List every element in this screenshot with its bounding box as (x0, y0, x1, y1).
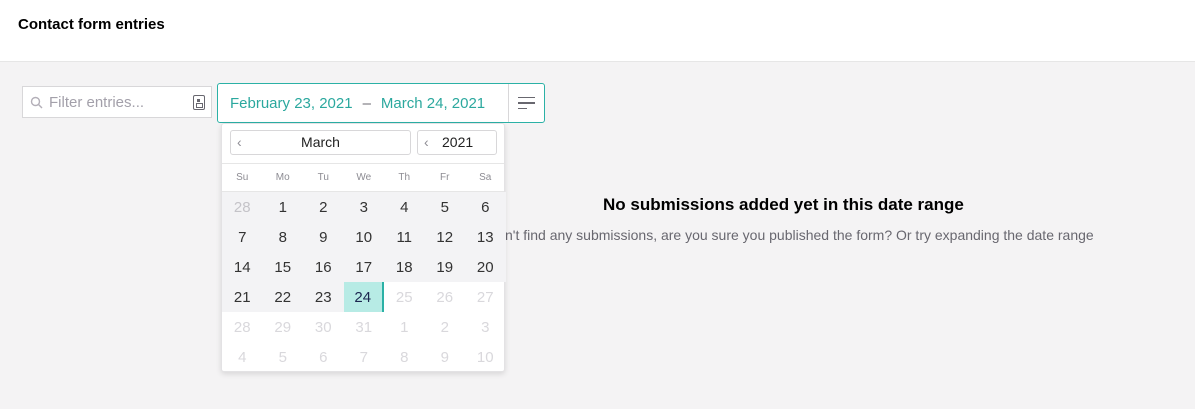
range-start: February 23, 2021 (230, 94, 353, 112)
day-cell[interactable]: 8 (384, 342, 425, 372)
day-cell[interactable]: 12 (424, 222, 465, 252)
day-cell[interactable]: 7 (344, 342, 385, 372)
day-cell[interactable]: 19 (424, 252, 465, 282)
range-menu-button[interactable] (508, 84, 544, 122)
day-cell[interactable]: 2 (425, 312, 466, 342)
chevron-left-icon[interactable]: ‹ (237, 134, 242, 150)
day-cell[interactable]: 16 (303, 252, 344, 282)
day-cell[interactable]: 13 (465, 222, 506, 252)
day-cell[interactable]: 22 (262, 282, 303, 312)
day-cell[interactable]: 1 (384, 312, 425, 342)
day-cell[interactable]: 7 (222, 222, 263, 252)
menu-icon-line (518, 102, 535, 104)
day-cell[interactable]: 10 (343, 222, 384, 252)
calendar-header: ‹ March ‹ 2021 (222, 124, 504, 164)
menu-icon-line (518, 107, 527, 110)
weekday-label: Tu (317, 172, 329, 183)
weekday-label: We (356, 172, 372, 183)
weekday-row: Su Mo Tu We Th Fr Sa (222, 164, 504, 192)
day-cell[interactable]: 9 (303, 222, 344, 252)
day-cell-selected[interactable]: 24 (343, 282, 384, 312)
weekday-label: Fr (440, 172, 450, 183)
day-cell[interactable]: 5 (424, 192, 465, 222)
day-cell[interactable]: 21 (222, 282, 263, 312)
day-cell[interactable]: 28 (222, 312, 263, 342)
date-range-picker[interactable]: February 23, 2021– March 24, 2021 (217, 83, 545, 123)
empty-state-subtitle: n't find any submissions, are you sure y… (505, 227, 1094, 243)
day-cell[interactable]: 4 (384, 192, 425, 222)
calendar-dropdown: ‹ March ‹ 2021 Su Mo Tu We Th Fr Sa 28 1 2 3 4 5 6 7 8… (221, 123, 506, 372)
day-cell[interactable]: 31 (344, 312, 385, 342)
day-cell[interactable]: 2 (303, 192, 344, 222)
year-label: 2021 (442, 134, 474, 150)
filter-box (22, 86, 212, 118)
day-cell[interactable]: 8 (262, 222, 303, 252)
chevron-left-icon[interactable]: ‹ (424, 134, 429, 150)
page-title: Contact form entries (18, 16, 165, 33)
day-cell[interactable]: 15 (262, 252, 303, 282)
range-end: March 24, 2021 (380, 94, 486, 112)
day-cell[interactable]: 11 (384, 222, 425, 252)
day-cell[interactable]: 29 (263, 312, 304, 342)
search-icon (23, 96, 49, 109)
day-cell[interactable]: 20 (465, 252, 506, 282)
day-cell[interactable]: 1 (262, 192, 303, 222)
day-cell[interactable]: 3 (343, 192, 384, 222)
day-cell[interactable]: 18 (384, 252, 425, 282)
empty-state-title: No submissions added yet in this date ra… (603, 195, 964, 214)
day-cell[interactable]: 10 (465, 342, 506, 372)
day-cell[interactable]: 26 (425, 282, 466, 312)
day-cell[interactable]: 14 (222, 252, 263, 282)
day-cell[interactable]: 25 (384, 282, 425, 312)
weekday-label: Sa (479, 172, 492, 183)
filter-input[interactable] (49, 93, 179, 111)
day-cell[interactable]: 6 (303, 342, 344, 372)
day-cell[interactable]: 23 (303, 282, 344, 312)
day-cell[interactable]: 3 (465, 312, 506, 342)
contact-card-icon[interactable] (193, 95, 205, 110)
day-cell[interactable]: 4 (222, 342, 263, 372)
menu-icon-line (518, 96, 535, 99)
weekday-label: Mo (275, 172, 290, 183)
weekday-label: Su (236, 172, 249, 183)
page-header: Contact form entries (0, 0, 1195, 62)
month-select[interactable]: ‹ March (230, 130, 411, 155)
day-cell[interactable]: 9 (425, 342, 466, 372)
day-cell[interactable]: 30 (303, 312, 344, 342)
year-select[interactable]: ‹ 2021 (417, 130, 497, 155)
month-label: March (301, 134, 340, 150)
day-cell[interactable]: 27 (465, 282, 506, 312)
day-cell[interactable]: 5 (263, 342, 304, 372)
day-cell[interactable]: 17 (343, 252, 384, 282)
day-cell[interactable]: 28 (222, 192, 263, 222)
day-cell[interactable]: 6 (465, 192, 506, 222)
weekday-label: Th (398, 172, 411, 183)
range-separator: – (362, 94, 371, 112)
date-range-text[interactable]: February 23, 2021– March 24, 2021 (218, 95, 508, 112)
day-grid: 28 1 2 3 4 5 6 7 8 9 10 11 12 13 14 15 16 17 18 19 20 21 22 23 2… (222, 192, 506, 372)
